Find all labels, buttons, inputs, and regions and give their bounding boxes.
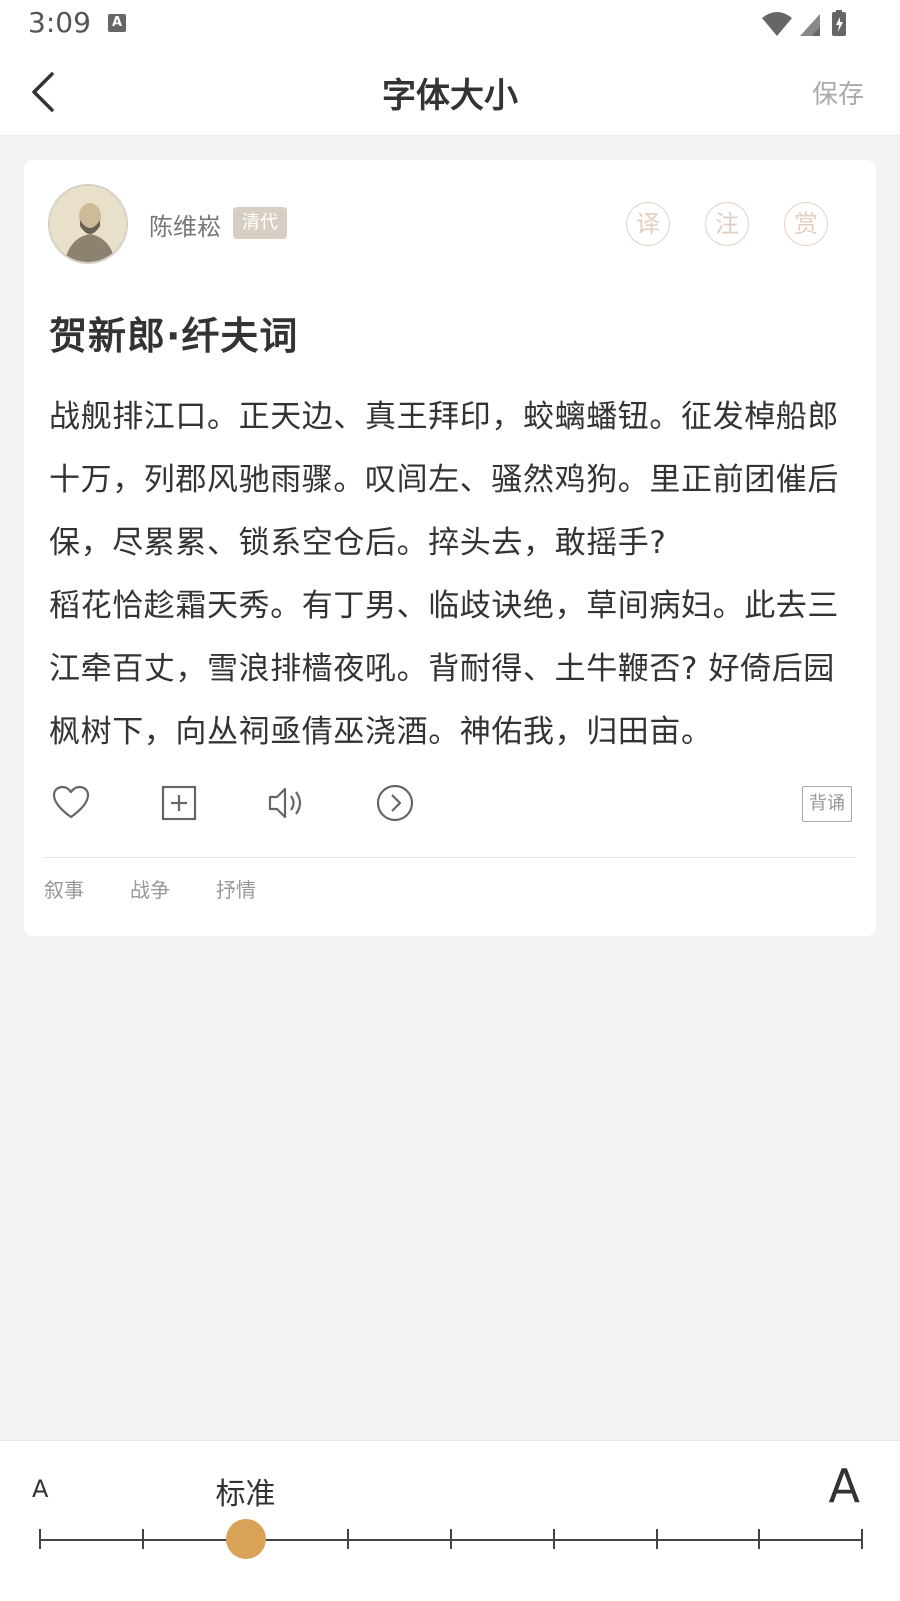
translate-button[interactable]: 译 [626,202,670,246]
font-size-slider[interactable] [39,1519,863,1559]
status-icons [760,10,860,40]
poem-stanza: 稻花恰趁霜天秀。有丁男、临歧诀绝，草间病妇。此去三江牵百丈，雪浪排樯夜吼。背耐得… [49,588,839,750]
save-button[interactable]: 保存 [812,74,864,111]
plus-square-icon [161,785,197,821]
page-title: 字体大小 [382,76,518,116]
slider-tick[interactable] [758,1529,761,1549]
large-size-label: A [828,1459,860,1513]
slider-tick[interactable] [347,1529,350,1549]
slider-tick[interactable] [552,1529,555,1549]
notification-icon: A [108,14,126,32]
slider-tick[interactable] [861,1529,863,1549]
chevron-right-circle-icon [376,784,414,822]
poem-stanza: 战舰排江口。正天边、真王拜印，蛟螭蟠钮。征发棹船郎十万，列郡风驰雨骤。叹闾左、骚… [49,399,839,561]
status-bar: 3:09 A [0,0,900,48]
next-button[interactable] [375,783,415,823]
author-name[interactable]: 陈维崧 [149,207,221,242]
wifi-icon [762,12,792,36]
dynasty-badge: 清代 [233,207,287,239]
favorite-button[interactable] [51,783,91,823]
slider-tick[interactable] [141,1529,144,1549]
tag[interactable]: 抒情 [216,874,256,903]
small-size-label: A [32,1475,49,1503]
slider-tick[interactable] [39,1529,41,1549]
status-time: 3:09 [28,6,91,39]
speaker-icon [268,787,302,819]
slider-tick[interactable] [655,1529,658,1549]
annotate-button[interactable]: 注 [705,202,749,246]
author-avatar[interactable] [48,184,128,264]
tag[interactable]: 战争 [130,874,170,903]
recite-button[interactable]: 背诵 [802,786,852,822]
heart-icon [52,785,90,819]
appreciate-button[interactable]: 赏 [784,202,828,246]
current-size-label: 标准 [215,1477,276,1512]
poem-title: 贺新郎·纤夫词 [49,314,299,358]
top-app-bar: 字体大小 保存 [0,48,900,136]
slider-tick[interactable] [450,1529,452,1549]
poem-body: 战舰排江口。正天边、真王拜印，蛟螭蟠钮。征发棹船郎十万，列郡风驰雨骤。叹闾左、骚… [49,386,849,764]
audio-button[interactable] [267,783,307,823]
poem-card: 陈维崧 清代 译 注 赏 贺新郎·纤夫词 战舰排江口。正天边、真王拜印，蛟螭蟠钮… [24,160,876,936]
slider-thumb[interactable] [225,1519,266,1559]
tag[interactable]: 叙事 [44,874,84,903]
add-to-collection-button[interactable] [159,783,199,823]
divider [44,857,856,858]
font-size-panel: A 标准 A [0,1440,900,1601]
